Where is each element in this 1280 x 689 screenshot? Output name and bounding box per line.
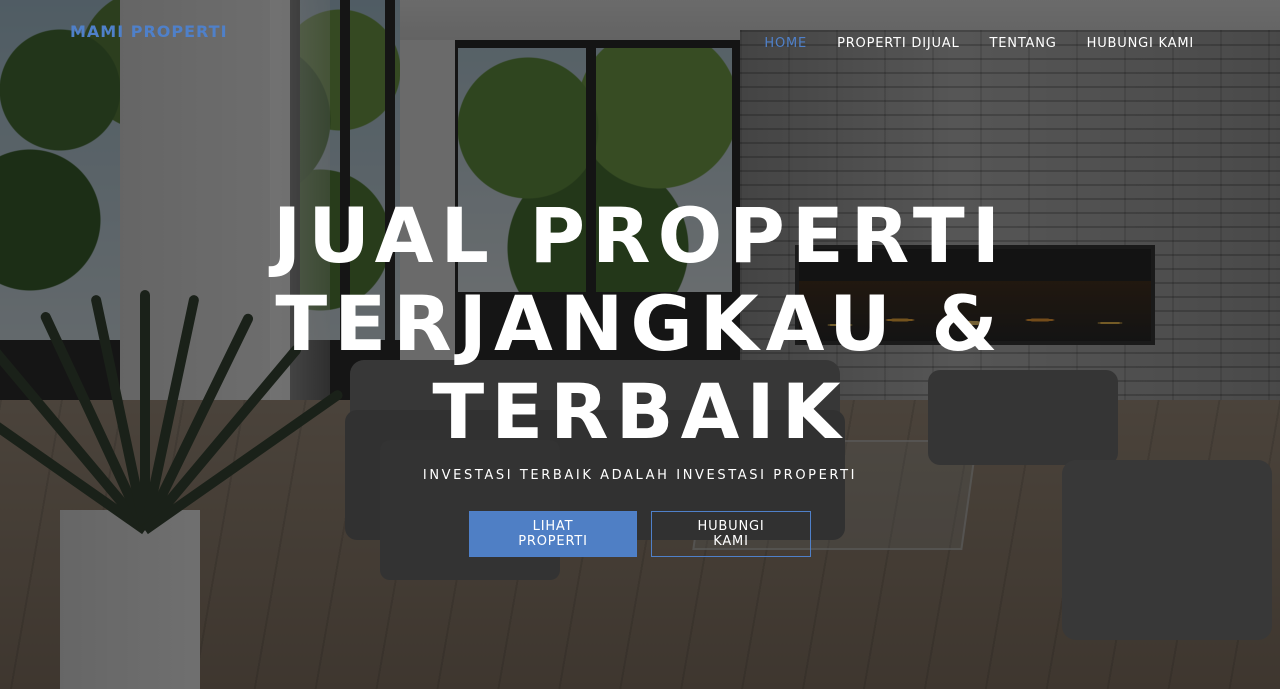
nav-link-tentang[interactable]: TENTANG [990,36,1057,51]
nav-link-hubungi-kami[interactable]: HUBUNGI KAMI [1087,36,1194,51]
hero-title-line-3: TERBAIK [432,367,848,456]
hero-subtitle: INVESTASI TERBAIK ADALAH INVESTASI PROPE… [422,468,858,483]
hero-title-line-2: TERJANGKAU & [275,279,1005,368]
navbar: MAMI PROPERTI HOME PROPERTI DIJUAL TENTA… [0,0,1280,80]
nav-item-hubungi-kami: HUBUNGI KAMI [1087,32,1194,51]
brand-logo-link[interactable]: MAMI PROPERTI [70,22,228,41]
hero-title: JUAL PROPERTI TERJANGKAU & TERBAIK [230,192,1050,456]
nav-link-properti-dijual[interactable]: PROPERTI DIJUAL [837,36,959,51]
nav-link-home[interactable]: HOME [764,36,807,51]
nav-menu: HOME PROPERTI DIJUAL TENTANG HUBUNGI KAM… [764,32,1194,51]
hubungi-kami-button[interactable]: HUBUNGI KAMI [651,511,811,557]
hero-title-line-1: JUAL PROPERTI [272,191,1008,280]
lihat-properti-button[interactable]: LIHAT PROPERTI [469,511,637,557]
nav-item-properti-dijual: PROPERTI DIJUAL [837,32,959,51]
nav-item-home: HOME [764,32,807,51]
nav-item-tentang: TENTANG [990,32,1057,51]
hero-actions: LIHAT PROPERTI HUBUNGI KAMI [0,511,1280,557]
hero-content: JUAL PROPERTI TERJANGKAU & TERBAIK INVES… [0,192,1280,557]
hero-section: MAMI PROPERTI HOME PROPERTI DIJUAL TENTA… [0,0,1280,689]
